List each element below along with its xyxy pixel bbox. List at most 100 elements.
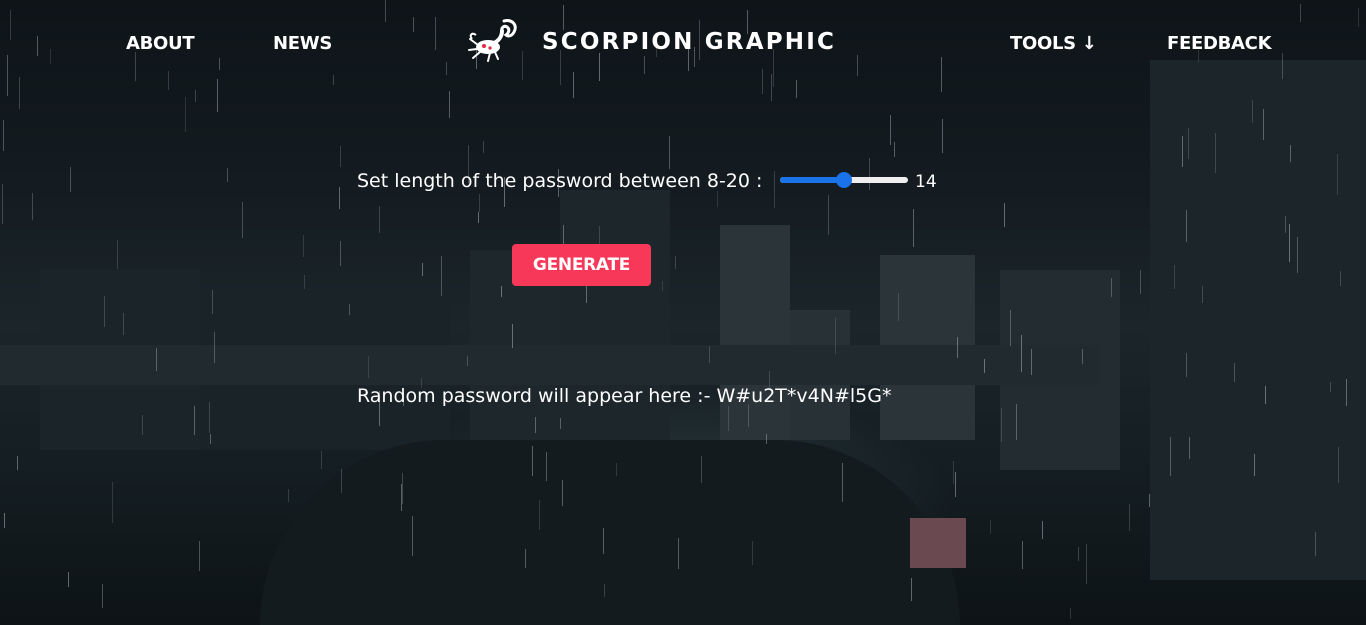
rain-streak [68,572,69,587]
rain-streak [385,0,386,22]
rain-streak [168,71,169,90]
rain-streak [1234,363,1235,382]
rain-streak [441,256,442,296]
rain-streak [857,55,858,76]
slider-thumb[interactable] [836,172,852,188]
rain-streak [4,513,5,528]
rain-streak [185,97,186,132]
rain-streak [532,446,533,476]
road [260,440,960,625]
rain-streak [340,241,341,266]
rain-streak [525,549,526,568]
rain-streak [1186,210,1187,242]
road-sign [910,518,966,568]
rain-streak [1282,53,1283,79]
rain-streak [402,473,403,504]
rain-streak [842,463,843,502]
rain-streak [1285,216,1286,233]
rain-streak [1031,349,1032,375]
rain-streak [449,91,450,118]
rain-streak [209,402,210,433]
rain-streak [478,212,479,223]
rain-streak [1337,154,1338,195]
rain-streak [1189,437,1190,459]
rain-streak [678,538,679,569]
rain-streak [911,578,912,601]
rain-streak [70,167,71,192]
slider-fill [780,177,844,183]
rain-streak [1129,504,1130,531]
rain-streak [212,290,213,314]
rain-streak [560,418,561,429]
rain-streak [321,451,322,469]
rain-streak [339,187,340,209]
rain-streak [562,480,563,506]
rain-streak [194,406,195,435]
rain-streak [17,456,18,470]
rain-streak [446,62,447,75]
generated-password: W#u2T*v4N#l5G* [716,385,892,407]
rain-streak [1182,136,1183,167]
rain-streak [890,115,891,145]
rain-streak [539,500,540,530]
rain-streak [894,142,895,157]
rain-streak [957,337,958,358]
rain-streak [340,146,341,167]
rain-streak [19,77,20,109]
rain-streak [37,36,38,56]
page: ABOUT NEWS SCORPION GRAPHIC TOOLS ↓ FEED… [0,0,1366,625]
nav-about-link[interactable]: ABOUT [126,33,195,54]
rain-streak [288,489,289,502]
background-building [720,225,790,440]
background-building [790,310,850,440]
rain-streak [303,235,304,257]
nav-feedback-link[interactable]: FEEDBACK [1167,33,1272,54]
rain-streak [1186,353,1187,377]
rain-streak [1188,128,1189,159]
rain-streak [368,356,369,378]
rain-streak [479,194,480,212]
rain-streak [210,434,211,444]
rain-streak [3,120,4,151]
rain-streak [10,10,11,40]
rain-streak [142,415,143,435]
rain-streak [748,404,749,427]
rain-streak [422,263,423,276]
rain-streak [1358,8,1359,27]
rain-streak [1300,4,1301,22]
rain-streak [701,456,702,483]
rain-streak [762,69,763,94]
rain-streak [728,406,729,431]
rain-streak [401,484,402,511]
rain-streak [483,141,484,153]
rain-streak [1140,270,1141,294]
rain-streak [1016,404,1017,440]
rain-streak [50,49,51,64]
rain-streak [604,584,605,597]
rain-streak [1149,494,1150,507]
rain-streak [413,17,414,32]
rain-streak [102,584,103,608]
rain-streak [669,136,670,169]
rain-streak [1070,608,1071,619]
generate-button[interactable]: GENERATE [512,244,651,286]
rain-streak [675,256,676,269]
rain-streak [219,58,220,70]
rain-streak [1174,265,1175,289]
nav-tools-dropdown[interactable]: TOOLS ↓ [1010,33,1097,54]
rain-streak [341,469,342,493]
brand-logo[interactable]: SCORPION GRAPHIC [468,17,836,67]
rain-streak [984,359,985,373]
rain-streak [135,52,136,81]
rain-streak [603,528,604,554]
overpass [0,345,1100,385]
rain-streak [535,417,536,433]
rain-streak [1254,454,1255,476]
password-length-slider[interactable] [780,172,908,188]
rain-streak [2,184,3,224]
brand-name: SCORPION GRAPHIC [542,29,837,55]
password-result-label: Random password will appear here :- [357,385,711,407]
rain-streak [1252,100,1253,123]
rain-streak [349,304,350,315]
nav-news-link[interactable]: NEWS [273,33,332,54]
